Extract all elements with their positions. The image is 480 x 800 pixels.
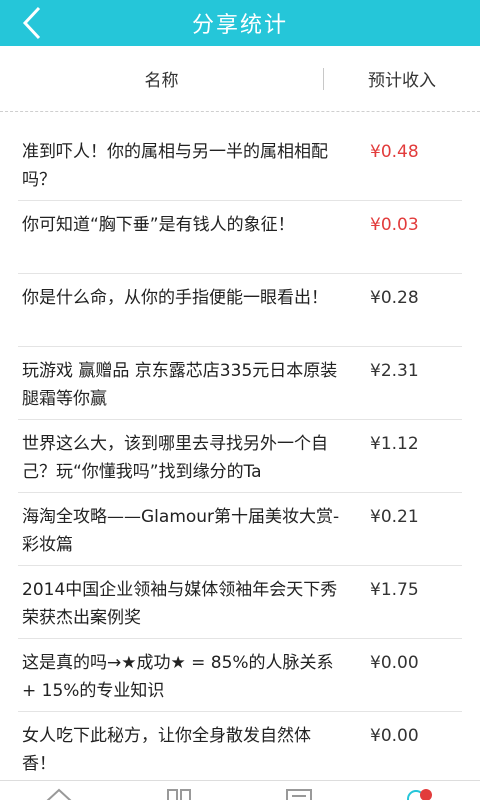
list-item[interactable]: 世界这么大，该到哪里去寻找另外一个自己？玩“你懂我吗”找到缘分的Ta ¥1.12 (18, 420, 462, 493)
column-header: 名称 预计收入 (0, 46, 480, 112)
item-amount: ¥0.00 (370, 726, 419, 746)
item-title: 你可知道“胸下垂”是有钱人的象征！ (22, 215, 295, 235)
grid-icon[interactable] (164, 787, 194, 800)
item-title: 海淘全攻略——Glamour第十届美妆大赏-彩妆篇 (22, 507, 340, 555)
list-item[interactable]: 你是什么命，从你的手指便能一眼看出！ ¥0.28 (18, 274, 462, 347)
profile-icon[interactable] (404, 787, 434, 800)
page-title: 分享统计 (191, 13, 288, 38)
back-button[interactable] (14, 4, 50, 42)
item-amount: ¥0.00 (370, 653, 419, 673)
column-income-header: 预计收入 (368, 71, 436, 91)
item-amount: ¥0.21 (370, 507, 419, 527)
list-item[interactable]: 2014中国企业领袖与媒体领袖年会天下秀荣获杰出案例奖 ¥1.75 (18, 566, 462, 639)
list-item[interactable]: 你可知道“胸下垂”是有钱人的象征！ ¥0.03 (18, 201, 462, 274)
list-icon[interactable] (284, 787, 314, 800)
list-item[interactable]: 女人吃下此秘方，让你全身散发自然体香！ ¥0.00 (18, 712, 462, 785)
item-amount: ¥2.31 (370, 361, 419, 381)
item-amount: ¥1.75 (370, 580, 419, 600)
list-item[interactable]: 这是真的吗→★成功★ = 85%的人脉关系 + 15%的专业知识 ¥0.00 (18, 639, 462, 712)
item-amount: ¥0.28 (370, 288, 419, 308)
list-item[interactable]: 海淘全攻略——Glamour第十届美妆大赏-彩妆篇 ¥0.21 (18, 493, 462, 566)
share-list: 准到吓人！你的属相与另一半的属相相配吗？ ¥0.48 你可知道“胸下垂”是有钱人… (0, 128, 480, 785)
item-amount: ¥0.48 (370, 142, 419, 162)
item-title: 你是什么命，从你的手指便能一眼看出！ (22, 288, 328, 308)
chevron-left-icon (22, 6, 41, 40)
bottom-tab-bar (0, 780, 480, 800)
item-title: 世界这么大，该到哪里去寻找另外一个自己？玩“你懂我吗”找到缘分的Ta (22, 434, 328, 482)
item-amount: ¥1.12 (370, 434, 419, 454)
item-title: 女人吃下此秘方，让你全身散发自然体香！ (22, 726, 311, 774)
list-item[interactable]: 玩游戏 赢赠品 京东露芯店335元日本原装腿霜等你赢 ¥2.31 (18, 347, 462, 420)
header-bar: 分享统计 (0, 0, 480, 46)
item-title: 2014中国企业领袖与媒体领袖年会天下秀荣获杰出案例奖 (22, 580, 338, 628)
home-icon[interactable] (44, 787, 74, 800)
item-title: 准到吓人！你的属相与另一半的属相相配吗？ (22, 142, 328, 190)
item-title: 玩游戏 赢赠品 京东露芯店335元日本原装腿霜等你赢 (22, 361, 338, 409)
item-amount: ¥0.03 (370, 215, 419, 235)
item-title: 这是真的吗→★成功★ = 85%的人脉关系 + 15%的专业知识 (22, 653, 334, 701)
list-item[interactable]: 准到吓人！你的属相与另一半的属相相配吗？ ¥0.48 (18, 128, 462, 201)
column-name-header: 名称 (144, 71, 179, 91)
